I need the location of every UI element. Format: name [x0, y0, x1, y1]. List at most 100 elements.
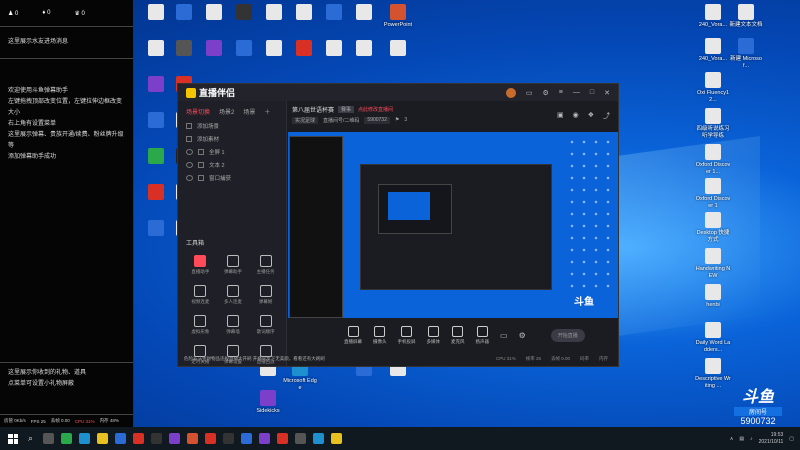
clock[interactable]: 19:53 2021/10/11 — [759, 432, 784, 446]
scene-row[interactable]: 文本 2 — [178, 158, 286, 171]
tool-item[interactable]: 虚拟形象 — [184, 315, 217, 335]
desktop-icon[interactable]: 240_Vora... — [695, 4, 731, 29]
app-icon[interactable] — [115, 433, 127, 444]
desktop-icon[interactable]: Daily Word Ladders... — [695, 322, 731, 353]
system-tray: ∧ ▤ ♪ 19:53 2021/10/11 ▢ — [730, 432, 800, 446]
desktop-icon-powerpoint[interactable]: PowerPoint — [380, 4, 416, 29]
desktop-icon[interactable] — [380, 40, 416, 58]
app-icon[interactable] — [313, 433, 325, 444]
tool-label: 主播任务 — [256, 269, 275, 274]
app-icon[interactable] — [259, 433, 271, 444]
menu-icon[interactable]: ≡ — [559, 89, 563, 96]
app-icon[interactable] — [133, 433, 145, 444]
clock-time: 19:53 — [770, 431, 784, 438]
maximize-icon[interactable]: □ — [590, 89, 594, 96]
status-item: 内存 — [599, 356, 608, 361]
tool-item[interactable]: 视频连麦 — [184, 285, 217, 305]
desktop-icon[interactable]: 四级听说练习 听学导练 — [695, 108, 731, 139]
eye-icon[interactable] — [186, 161, 193, 168]
room-header: 第八届世语杯赛 赛事 点此修改直播间 实况足球 直播间号/二维码 5900732… — [288, 101, 618, 131]
tool-item[interactable]: 主播任务 — [249, 255, 282, 275]
tool-item[interactable]: 多人连麦 — [217, 285, 250, 305]
app-icon[interactable] — [223, 433, 235, 444]
desktop-icon[interactable]: Handwriting NEW — [695, 248, 731, 279]
volume-icon[interactable]: ♪ — [750, 436, 753, 442]
danmaku-helper-panel[interactable]: ♟ 0 ♦ 0 ♛ 0 这里展示水友进场消息 欢迎使用斗鱼弹幕助手 左键拖拽顶部… — [0, 0, 134, 427]
tab-scene-3[interactable]: 场景 — [243, 107, 255, 116]
desktop-icon[interactable]: Desktop 快捷方式 — [695, 212, 731, 243]
folder-icon[interactable] — [97, 433, 109, 444]
eye-icon[interactable] — [186, 174, 193, 181]
tool-item[interactable]: 弹幕墙 — [217, 315, 250, 335]
screenshot-icon[interactable]: ▣ — [557, 111, 564, 121]
minimize-icon[interactable]: — — [573, 89, 580, 96]
app-icon[interactable] — [277, 433, 289, 444]
screen-capture-button[interactable]: 直播屏幕 — [344, 325, 362, 345]
app-icon[interactable] — [331, 433, 343, 444]
desktop-icon[interactable]: Descriptive Writing ... — [695, 358, 731, 389]
scene-row[interactable]: 添加素材 — [178, 132, 286, 145]
tool-item[interactable]: 弹幕助手 — [217, 255, 250, 275]
speaker-button[interactable]: 扬声器 — [476, 325, 489, 345]
settings-icon[interactable]: ⚙ — [519, 331, 526, 340]
word-icon[interactable] — [241, 433, 253, 444]
desktop-icon[interactable]: Oxford Discover 1 — [695, 178, 731, 209]
desktop-icon[interactable]: Oxford Discover 1... — [695, 144, 731, 175]
room-category[interactable]: 实况足球 — [292, 117, 319, 124]
tool-item[interactable]: 直播助手 — [184, 255, 217, 275]
tool-item[interactable]: 定时关播 — [184, 345, 217, 365]
message-icon[interactable]: ▭ — [526, 89, 533, 97]
room-title[interactable]: 第八届世语杯赛 — [292, 105, 334, 114]
bb-label: 手机投屏 — [397, 338, 416, 344]
notification-icon[interactable]: ▢ — [789, 436, 794, 442]
tab-scene-2[interactable]: 场景2 — [219, 107, 234, 116]
tab-scene-switch[interactable]: 场景切换 — [186, 107, 210, 116]
app-icon[interactable] — [295, 433, 307, 444]
desktop-icon[interactable]: Oxi Fluency12... — [695, 72, 731, 103]
close-icon[interactable]: ✕ — [604, 89, 610, 97]
record-toggle-icon[interactable]: ▭ — [500, 331, 508, 340]
search-icon[interactable]: ⌕ — [28, 433, 33, 444]
share-icon[interactable]: ⤴ — [603, 111, 610, 121]
tray-chevron-icon[interactable]: ∧ — [730, 436, 734, 442]
scene-row[interactable]: 添加场景 — [178, 119, 286, 132]
desktop-icon[interactable] — [346, 4, 382, 22]
scene-row[interactable]: 全屏 1 — [178, 145, 286, 158]
desktop-icon[interactable]: 新建 Microsof... — [728, 38, 764, 69]
app-titlebar[interactable]: 直播伴侣 ▭ ⚙ ≡ — □ ✕ — [178, 84, 618, 101]
app-icon[interactable] — [151, 433, 163, 444]
scene-row[interactable]: 窗口捕获 — [178, 171, 286, 184]
desktop-icon[interactable]: 240_Vora... — [695, 38, 731, 63]
media-button[interactable]: 多媒体 — [427, 325, 440, 345]
add-scene-icon[interactable]: ＋ — [264, 107, 270, 116]
tool-item[interactable]: 直播回放 — [249, 345, 282, 365]
desktop-icon[interactable]: 新建文本文档 — [728, 4, 764, 29]
edge-icon[interactable] — [79, 433, 91, 444]
desktop-icon-sidekicks[interactable]: Sidekicks — [250, 390, 286, 415]
desktop-icon[interactable] — [346, 40, 382, 58]
stream-preview[interactable]: 斗鱼 — [288, 132, 618, 318]
microphone-button[interactable]: 麦克风 — [451, 325, 465, 345]
start-live-button[interactable]: 开始直播 — [550, 328, 585, 342]
camera-button[interactable]: 摄像头 — [373, 325, 387, 345]
app-icon[interactable] — [61, 433, 73, 444]
task-view-icon[interactable] — [43, 433, 55, 444]
phone-cast-button[interactable]: 手机投屏 — [397, 325, 416, 345]
app-icon[interactable] — [169, 433, 181, 444]
tool-item[interactable]: 歌词顺序 — [249, 315, 282, 335]
preview-nested-app-core — [388, 192, 430, 220]
gift-icon[interactable]: ❖ — [588, 111, 594, 121]
app-icon[interactable] — [205, 433, 217, 444]
record-icon[interactable]: ◉ — [573, 111, 579, 121]
edit-room-link[interactable]: 点此修改直播间 — [358, 106, 393, 113]
eye-icon[interactable] — [186, 148, 193, 155]
avatar[interactable] — [505, 87, 516, 98]
network-icon[interactable]: ▤ — [739, 436, 744, 442]
tool-item[interactable]: 弹幕设置 — [217, 345, 250, 365]
desktop-icon[interactable]: henbi — [695, 284, 731, 309]
live-companion-window[interactable]: 直播伴侣 ▭ ⚙ ≡ — □ ✕ 场景切换 场景2 场景 ＋ 添加场景 添加素材… — [177, 83, 619, 367]
powerpoint-icon[interactable] — [187, 433, 199, 444]
settings-icon[interactable]: ⚙ — [543, 89, 549, 97]
windows-start-icon[interactable] — [8, 433, 18, 444]
tool-item[interactable]: 弹幕姬 — [249, 285, 282, 305]
